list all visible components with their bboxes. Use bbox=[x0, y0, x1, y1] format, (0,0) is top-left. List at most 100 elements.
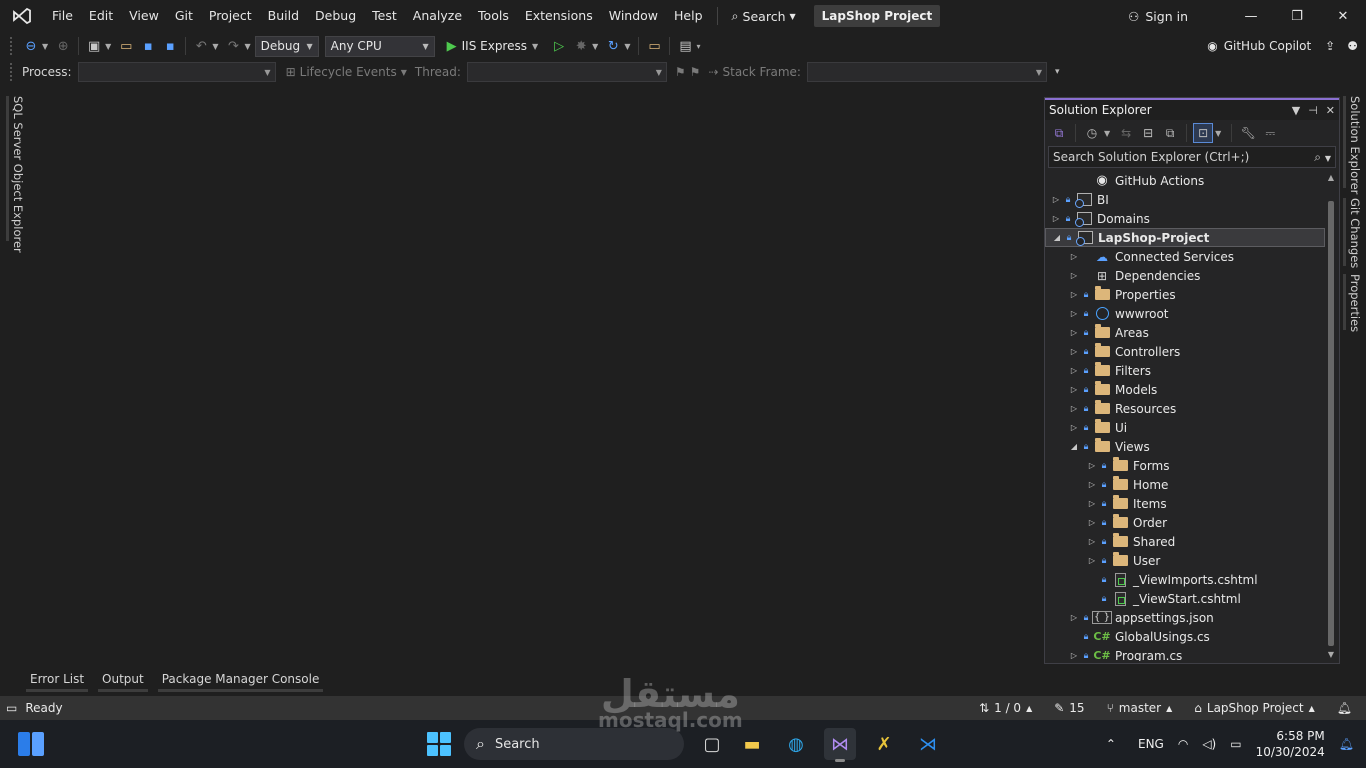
menu-item-tools[interactable]: Tools bbox=[470, 0, 517, 32]
scroll-down-icon[interactable]: ▼ bbox=[1325, 650, 1337, 659]
expand-arrow-icon[interactable]: ▷ bbox=[1067, 385, 1081, 394]
pin-icon[interactable]: ⊣ bbox=[1308, 104, 1318, 117]
layout-icon[interactable]: ▤ bbox=[674, 35, 696, 57]
expand-arrow-icon[interactable]: ▷ bbox=[1085, 499, 1099, 508]
edge-browser-icon[interactable]: ◍ bbox=[780, 728, 812, 760]
start-debugging-button[interactable]: ▶ IIS Express ▼ bbox=[441, 39, 549, 54]
flag-icon[interactable]: ⚑ bbox=[675, 65, 686, 79]
tree-item[interactable]: ▷ 🔒︎ Forms bbox=[1045, 456, 1325, 475]
start-without-debugging-icon[interactable]: ▷ bbox=[548, 35, 570, 57]
thread-dropdown[interactable]: ▼ bbox=[466, 62, 667, 82]
expand-arrow-icon[interactable]: ▷ bbox=[1067, 347, 1081, 356]
expand-arrow-icon[interactable]: ▷ bbox=[1067, 290, 1081, 299]
chevron-down-icon[interactable]: ▼ bbox=[244, 42, 250, 51]
windows-start-icon[interactable] bbox=[427, 732, 451, 756]
minimize-button[interactable]: — bbox=[1228, 0, 1274, 32]
menu-item-help[interactable]: Help bbox=[666, 0, 711, 32]
expand-arrow-icon[interactable]: ▷ bbox=[1049, 195, 1063, 204]
tree-item[interactable]: 🔒︎ _ViewStart.cshtml bbox=[1045, 589, 1325, 608]
battery-icon[interactable]: ▭ bbox=[1230, 737, 1241, 751]
menu-item-window[interactable]: Window bbox=[601, 0, 666, 32]
expand-arrow-icon[interactable]: ▷ bbox=[1085, 461, 1099, 470]
notification-bell-icon[interactable]: 🔔︎ bbox=[1339, 737, 1354, 751]
expand-arrow-icon[interactable]: ▷ bbox=[1067, 613, 1081, 622]
wifi-icon[interactable]: ◠ bbox=[1178, 737, 1188, 751]
expand-arrow-icon[interactable]: ▷ bbox=[1067, 423, 1081, 432]
tab-package-manager-console[interactable]: Package Manager Console bbox=[157, 668, 324, 692]
menu-item-file[interactable]: File bbox=[44, 0, 81, 32]
chevron-up-icon[interactable]: ⌃ bbox=[1106, 737, 1116, 751]
hot-reload-icon[interactable]: ✸ bbox=[570, 35, 592, 57]
widgets-icon[interactable] bbox=[18, 732, 44, 756]
window-position-icon[interactable]: ▼ bbox=[1292, 104, 1300, 117]
tree-item[interactable]: ▷ 🔒︎ Ui bbox=[1045, 418, 1325, 437]
sql-server-object-explorer-tab[interactable]: SQL Server Object Explorer bbox=[6, 96, 26, 253]
tree-item[interactable]: ▷ 🔒︎ Shared bbox=[1045, 532, 1325, 551]
repository-status[interactable]: ⌂ LapShop Project ▲ bbox=[1194, 701, 1315, 715]
menu-item-view[interactable]: View bbox=[121, 0, 167, 32]
branch-status[interactable]: ⑂ master ▲ bbox=[1107, 701, 1173, 715]
xampp-icon[interactable]: ✗ bbox=[868, 728, 900, 760]
expand-arrow-icon[interactable]: ▷ bbox=[1085, 556, 1099, 565]
close-icon[interactable]: ✕ bbox=[1326, 104, 1335, 117]
undo-icon[interactable]: ↶ bbox=[190, 35, 212, 57]
chevron-down-icon[interactable]: ▼ bbox=[212, 42, 218, 51]
tree-item[interactable]: ▷ 🔒︎ Models bbox=[1045, 380, 1325, 399]
git-changes-side-tab[interactable]: Git Changes bbox=[1343, 198, 1363, 268]
save-icon[interactable]: ▪ bbox=[137, 35, 159, 57]
tree-item[interactable]: ▷ 🔒︎ Domains bbox=[1045, 209, 1325, 228]
tree-item[interactable]: ▷ 🔒︎ Areas bbox=[1045, 323, 1325, 342]
expand-arrow-icon[interactable]: ▷ bbox=[1049, 214, 1063, 223]
chevron-down-icon[interactable]: ▼ bbox=[42, 42, 48, 51]
navigate-back-icon[interactable]: ⊖ bbox=[20, 35, 42, 57]
chevron-down-icon[interactable]: ▼ bbox=[592, 42, 598, 51]
chevron-down-icon[interactable]: ▼ bbox=[624, 42, 630, 51]
taskbar-search[interactable]: ⌕ Search bbox=[464, 728, 684, 760]
tree-item[interactable]: ▷ 🔒︎ Home bbox=[1045, 475, 1325, 494]
stack-frame-dropdown[interactable]: ▼ bbox=[806, 62, 1047, 82]
menu-item-analyze[interactable]: Analyze bbox=[405, 0, 470, 32]
redo-icon[interactable]: ↷ bbox=[222, 35, 244, 57]
menu-item-extensions[interactable]: Extensions bbox=[517, 0, 601, 32]
tab-output[interactable]: Output bbox=[98, 668, 148, 692]
clock[interactable]: 6:58 PM 10/30/2024 bbox=[1256, 728, 1325, 760]
github-copilot-button[interactable]: ◉ GitHub Copilot ⇪ ⚉ bbox=[1207, 32, 1358, 60]
expand-arrow-icon[interactable]: ▷ bbox=[1085, 480, 1099, 489]
tree-item[interactable]: ▷ 🔒︎ Items bbox=[1045, 494, 1325, 513]
search-icon[interactable]: ⌕ ▼ bbox=[1314, 150, 1331, 165]
flag-all-icon[interactable]: ⚑ bbox=[690, 65, 701, 79]
tree-item[interactable]: 🔒︎ _ViewImports.cshtml bbox=[1045, 570, 1325, 589]
open-folder-icon[interactable]: ▭ bbox=[115, 35, 137, 57]
tree-item[interactable]: ▷ 🔒︎ Properties bbox=[1045, 285, 1325, 304]
close-window-button[interactable]: ✕ bbox=[1320, 0, 1366, 32]
feedback-icon[interactable]: ⚉ bbox=[1347, 39, 1358, 53]
share-icon[interactable]: ⇪ bbox=[1325, 39, 1335, 53]
tree-item[interactable]: ▷ 🔒︎ Order bbox=[1045, 513, 1325, 532]
notifications-button[interactable]: 🔔︎ bbox=[1337, 701, 1352, 715]
file-explorer-icon[interactable]: ▬ bbox=[736, 728, 768, 760]
tab-error-list[interactable]: Error List bbox=[26, 668, 89, 692]
expand-arrow-icon[interactable]: ▷ bbox=[1085, 537, 1099, 546]
lifecycle-events-button[interactable]: Lifecycle Events bbox=[300, 65, 397, 79]
platform-dropdown[interactable]: Any CPU ▼ bbox=[324, 35, 435, 57]
tree-item[interactable]: ◢ 🔒︎ LapShop-Project bbox=[1045, 228, 1325, 247]
new-project-icon[interactable]: ▣ bbox=[83, 35, 105, 57]
sign-in-button[interactable]: ⚇ Sign in bbox=[1128, 9, 1228, 24]
sync-with-document-icon[interactable]: ⇆ bbox=[1116, 123, 1136, 143]
scroll-up-icon[interactable]: ▲ bbox=[1325, 173, 1337, 182]
refresh-icon[interactable]: ↻ bbox=[602, 35, 624, 57]
input-language[interactable]: ENG bbox=[1138, 737, 1164, 751]
chevron-down-icon[interactable]: ▼ bbox=[1104, 129, 1110, 138]
menu-item-edit[interactable]: Edit bbox=[81, 0, 121, 32]
expand-arrow-icon[interactable]: ▷ bbox=[1067, 271, 1081, 280]
chevron-down-icon[interactable]: ▾ bbox=[696, 42, 700, 51]
expand-arrow-icon[interactable]: ▷ bbox=[1067, 252, 1081, 261]
pending-changes-status[interactable]: ✎ 15 bbox=[1054, 701, 1084, 715]
visual-studio-taskbar-icon[interactable]: ⋈ bbox=[824, 728, 856, 762]
tree-item[interactable]: ▷ 🔒︎ Resources bbox=[1045, 399, 1325, 418]
menu-item-project[interactable]: Project bbox=[201, 0, 260, 32]
properties-side-tab[interactable]: Properties bbox=[1343, 274, 1363, 332]
properties-wrench-icon[interactable]: 🔧︎ bbox=[1238, 123, 1258, 143]
menu-item-test[interactable]: Test bbox=[364, 0, 405, 32]
menu-item-git[interactable]: Git bbox=[167, 0, 201, 32]
